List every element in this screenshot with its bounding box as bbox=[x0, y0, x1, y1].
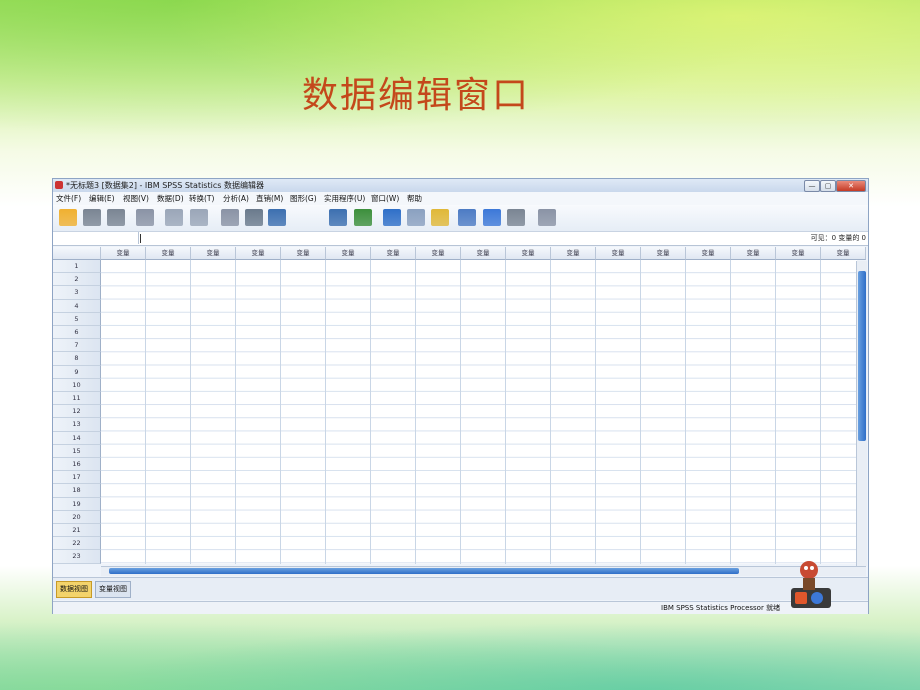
row-header[interactable]: 15 bbox=[53, 444, 101, 458]
spss-data-editor-window: *无标题3 [数据集2] - IBM SPSS Statistics 数据编辑器… bbox=[52, 178, 869, 614]
data-cells[interactable] bbox=[101, 260, 857, 564]
dialog-recall-icon[interactable] bbox=[136, 209, 154, 226]
status-bar: IBM SPSS Statistics Processor 就绪 bbox=[53, 601, 868, 614]
column-header[interactable]: 变量 bbox=[506, 247, 551, 260]
row-header[interactable]: 2 bbox=[53, 273, 101, 287]
value-labels-icon[interactable] bbox=[458, 209, 476, 226]
row-header[interactable]: 16 bbox=[53, 458, 101, 472]
row-header[interactable]: 12 bbox=[53, 405, 101, 419]
column-header[interactable]: 变量 bbox=[686, 247, 731, 260]
column-header[interactable]: 变量 bbox=[596, 247, 641, 260]
slide-background-bottom bbox=[0, 610, 920, 690]
menu-item-2[interactable]: 视图(V) bbox=[123, 192, 149, 205]
robot-mascot-icon bbox=[791, 561, 831, 608]
row-header[interactable]: 5 bbox=[53, 312, 101, 326]
undo-icon[interactable] bbox=[165, 209, 183, 226]
column-header[interactable]: 变量 bbox=[326, 247, 371, 260]
menu-item-7[interactable]: 图形(G) bbox=[290, 192, 317, 205]
vertical-scroll-thumb[interactable] bbox=[858, 271, 866, 441]
vertical-scrollbar[interactable] bbox=[856, 261, 867, 566]
save-icon[interactable] bbox=[83, 209, 101, 226]
open-folder-icon[interactable] bbox=[59, 209, 77, 226]
column-header[interactable]: 变量 bbox=[281, 247, 326, 260]
row-header[interactable]: 6 bbox=[53, 326, 101, 340]
minimize-button[interactable]: — bbox=[804, 180, 820, 192]
column-header[interactable]: 变量 bbox=[146, 247, 191, 260]
row-header[interactable]: 8 bbox=[53, 352, 101, 366]
row-header[interactable]: 9 bbox=[53, 365, 101, 379]
processor-status: IBM SPSS Statistics Processor 就绪 bbox=[661, 604, 781, 612]
menu-item-3[interactable]: 数据(D) bbox=[157, 192, 184, 205]
weight-cases-icon[interactable] bbox=[407, 209, 425, 226]
menu-item-5[interactable]: 分析(A) bbox=[223, 192, 249, 205]
menu-bar: 文件(F) 编辑(E) 视图(V) 数据(D) 转换(T) 分析(A) 直销(M) 图形(G)… bbox=[53, 192, 868, 205]
goto-variable-icon[interactable] bbox=[245, 209, 263, 226]
tab-data-view[interactable]: 数据视图 bbox=[56, 581, 92, 598]
column-header[interactable]: 变量 bbox=[101, 247, 146, 260]
column-header[interactable]: 变量 bbox=[551, 247, 596, 260]
row-header[interactable]: 23 bbox=[53, 550, 101, 564]
menu-item-8[interactable]: 实用程序(U) bbox=[324, 192, 365, 205]
horizontal-scroll-thumb[interactable] bbox=[109, 568, 739, 574]
menu-item-4[interactable]: 转换(T) bbox=[189, 192, 214, 205]
find-icon[interactable] bbox=[298, 209, 316, 226]
column-header[interactable]: 变量 bbox=[731, 247, 776, 260]
spss-app-icon bbox=[55, 181, 63, 189]
row-header[interactable]: 18 bbox=[53, 484, 101, 498]
maximize-button[interactable]: ▢ bbox=[820, 180, 836, 192]
tab-variable-view[interactable]: 变量视图 bbox=[95, 581, 131, 598]
column-header[interactable]: 变量 bbox=[416, 247, 461, 260]
window-title: *无标题3 [数据集2] - IBM SPSS Statistics 数据编辑器 bbox=[66, 181, 264, 190]
select-cases-icon[interactable] bbox=[431, 209, 449, 226]
formula-bar: 可见：0 变量的 0 bbox=[53, 232, 868, 246]
text-cursor bbox=[140, 234, 141, 243]
row-header[interactable]: 4 bbox=[53, 299, 101, 313]
cell-reference-box[interactable] bbox=[53, 232, 139, 244]
column-header[interactable]: 变量 bbox=[461, 247, 506, 260]
column-header[interactable]: 变量 bbox=[821, 247, 866, 260]
close-button[interactable]: ✕ bbox=[836, 180, 866, 192]
print-icon[interactable] bbox=[107, 209, 125, 226]
menu-item-0[interactable]: 文件(F) bbox=[56, 192, 81, 205]
visible-variables-count: 可见：0 变量的 0 bbox=[810, 234, 866, 242]
view-tabs: 数据视图 变量视图 bbox=[53, 577, 868, 600]
row-header[interactable]: 11 bbox=[53, 392, 101, 406]
insert-variable-icon[interactable] bbox=[354, 209, 372, 226]
row-header[interactable]: 10 bbox=[53, 378, 101, 392]
goto-case-icon[interactable] bbox=[221, 209, 239, 226]
row-header[interactable]: 17 bbox=[53, 471, 101, 485]
row-header[interactable]: 20 bbox=[53, 510, 101, 524]
window-titlebar[interactable]: *无标题3 [数据集2] - IBM SPSS Statistics 数据编辑器… bbox=[53, 179, 868, 192]
row-header[interactable]: 21 bbox=[53, 524, 101, 538]
column-header[interactable]: 变量 bbox=[776, 247, 821, 260]
column-header[interactable]: 变量 bbox=[236, 247, 281, 260]
row-header[interactable]: 19 bbox=[53, 497, 101, 511]
row-header[interactable]: 1 bbox=[53, 260, 101, 274]
menu-item-1[interactable]: 编辑(E) bbox=[89, 192, 115, 205]
row-header[interactable]: 13 bbox=[53, 418, 101, 432]
row-header[interactable]: 22 bbox=[53, 537, 101, 551]
horizontal-scrollbar[interactable] bbox=[101, 566, 866, 576]
row-header[interactable]: 3 bbox=[53, 286, 101, 300]
menu-item-6[interactable]: 直销(M) bbox=[256, 192, 283, 205]
redo-icon[interactable] bbox=[190, 209, 208, 226]
slide-title: 数据编辑窗口 bbox=[302, 75, 531, 116]
spell-check-icon[interactable] bbox=[538, 209, 556, 226]
column-header[interactable]: 变量 bbox=[191, 247, 236, 260]
row-header[interactable]: 7 bbox=[53, 339, 101, 353]
column-header[interactable]: 变量 bbox=[371, 247, 416, 260]
insert-cases-icon[interactable] bbox=[329, 209, 347, 226]
split-file-icon[interactable] bbox=[383, 209, 401, 226]
toolbar bbox=[53, 205, 868, 232]
column-header[interactable]: 变量 bbox=[641, 247, 686, 260]
corner-cell[interactable] bbox=[53, 247, 101, 260]
use-sets-icon[interactable] bbox=[483, 209, 501, 226]
show-all-variables-icon[interactable] bbox=[507, 209, 525, 226]
variables-icon[interactable] bbox=[268, 209, 286, 226]
row-header[interactable]: 14 bbox=[53, 431, 101, 445]
menu-item-10[interactable]: 帮助 bbox=[407, 192, 422, 205]
menu-item-9[interactable]: 窗口(W) bbox=[371, 192, 399, 205]
